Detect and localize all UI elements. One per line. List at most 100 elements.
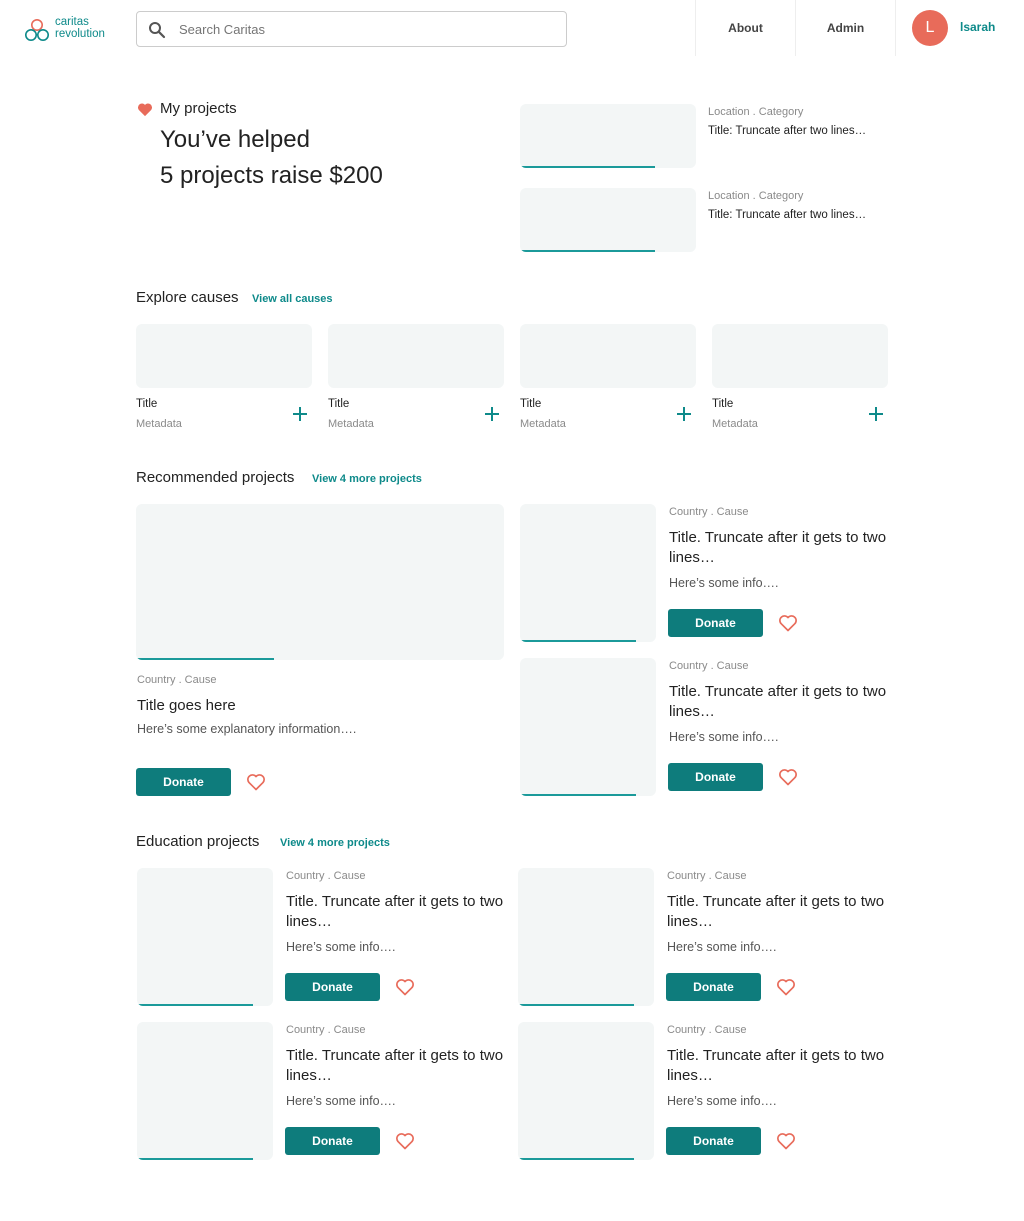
featured-project: Country . Cause Title goes here Here’s s…: [136, 504, 504, 804]
donate-button[interactable]: Donate: [668, 609, 763, 637]
view-all-causes-link[interactable]: View all causes: [252, 293, 333, 305]
project-image[interactable]: [137, 1022, 273, 1160]
cause-card[interactable]: Title Metadata: [712, 324, 888, 436]
project-image[interactable]: [137, 868, 273, 1006]
cause-image: [136, 324, 312, 388]
plus-icon[interactable]: [292, 406, 308, 422]
heart-outline-icon[interactable]: [776, 1131, 796, 1151]
project-image[interactable]: [518, 1022, 654, 1160]
cause-meta: Metadata: [328, 418, 374, 430]
progress-bar: [520, 640, 636, 642]
cause-card[interactable]: Title Metadata: [328, 324, 504, 436]
plus-icon[interactable]: [676, 406, 692, 422]
my-project-item[interactable]: Location . Category Title: Truncate afte…: [520, 188, 890, 252]
avatar: L: [912, 10, 948, 46]
project-info: Here’s some info….: [286, 1094, 396, 1108]
heart-outline-icon[interactable]: [778, 767, 798, 787]
progress-bar: [518, 1004, 634, 1006]
search-icon: [149, 22, 166, 39]
project-meta: Country . Cause: [667, 1024, 747, 1036]
cause-title: Title: [712, 398, 734, 410]
project-card: Country . Cause Title. Truncate after it…: [520, 658, 890, 796]
project-image[interactable]: [520, 658, 656, 796]
user-menu[interactable]: L lsarah: [895, 0, 1024, 56]
search-box[interactable]: [136, 11, 567, 47]
plus-icon[interactable]: [484, 406, 500, 422]
progress-bar: [520, 794, 636, 796]
heart-outline-icon[interactable]: [246, 772, 266, 792]
heart-outline-icon[interactable]: [395, 977, 415, 997]
project-card: Country . Cause Title. Truncate after it…: [518, 1022, 888, 1160]
project-card: Country . Cause Title. Truncate after it…: [137, 1022, 507, 1160]
featured-meta: Country . Cause: [137, 674, 217, 686]
project-image: [520, 104, 696, 168]
progress-bar: [136, 658, 274, 660]
education-heading: Education projects: [136, 833, 260, 850]
view-more-education-link[interactable]: View 4 more projects: [280, 837, 390, 849]
project-info: Here’s some info….: [669, 730, 779, 744]
my-project-item[interactable]: Location . Category Title: Truncate afte…: [520, 104, 890, 168]
progress-bar: [518, 1158, 634, 1160]
heart-outline-icon[interactable]: [395, 1131, 415, 1151]
cause-image: [712, 324, 888, 388]
project-info: Here’s some info….: [286, 940, 396, 954]
donate-button[interactable]: Donate: [668, 763, 763, 791]
cause-meta: Metadata: [136, 418, 182, 430]
search-input[interactable]: [179, 18, 549, 40]
project-info: Here’s some info….: [669, 576, 779, 590]
cause-card[interactable]: Title Metadata: [520, 324, 696, 436]
cause-card[interactable]: Title Metadata: [136, 324, 312, 436]
donate-button[interactable]: Donate: [666, 973, 761, 1001]
project-title[interactable]: Title. Truncate after it gets to two lin…: [286, 892, 506, 932]
recommended-heading: Recommended projects: [136, 469, 295, 486]
project-title[interactable]: Title. Truncate after it gets to two lin…: [669, 682, 889, 722]
logo[interactable]: caritas revolution: [24, 16, 124, 44]
donate-button[interactable]: Donate: [285, 973, 380, 1001]
my-projects-label: My projects: [160, 100, 237, 117]
view-more-recommended-link[interactable]: View 4 more projects: [312, 473, 422, 485]
project-image: [520, 188, 696, 252]
project-card: Country . Cause Title. Truncate after it…: [137, 868, 507, 1006]
heart-outline-icon[interactable]: [776, 977, 796, 997]
project-meta: Location . Category: [708, 106, 804, 118]
progress-bar: [137, 1158, 253, 1160]
project-title[interactable]: Title. Truncate after it gets to two lin…: [286, 1046, 506, 1086]
featured-info: Here’s some explanatory information….: [137, 722, 357, 736]
project-meta: Location . Category: [708, 190, 804, 202]
header: caritas revolution About Admin L lsarah: [0, 0, 1024, 56]
cause-meta: Metadata: [520, 418, 566, 430]
project-meta: Country . Cause: [669, 660, 749, 672]
project-meta: Country . Cause: [286, 1024, 366, 1036]
project-title[interactable]: Title. Truncate after it gets to two lin…: [667, 1046, 887, 1086]
logo-line2: revolution: [55, 28, 105, 40]
heart-filled-icon: [137, 103, 153, 117]
logo-rings-icon: [25, 19, 49, 41]
progress-bar: [137, 1004, 253, 1006]
project-meta: Country . Cause: [669, 506, 749, 518]
plus-icon[interactable]: [868, 406, 884, 422]
project-title: Title: Truncate after two lines…: [708, 125, 867, 137]
cause-title: Title: [136, 398, 158, 410]
donate-button[interactable]: Donate: [285, 1127, 380, 1155]
donate-button[interactable]: Donate: [666, 1127, 761, 1155]
project-title: Title: Truncate after two lines…: [708, 209, 867, 221]
cause-title: Title: [520, 398, 542, 410]
project-card: Country . Cause Title. Truncate after it…: [520, 504, 890, 642]
nav-about[interactable]: About: [695, 0, 795, 56]
project-title[interactable]: Title. Truncate after it gets to two lin…: [667, 892, 887, 932]
project-image[interactable]: [520, 504, 656, 642]
featured-title[interactable]: Title goes here: [137, 697, 236, 714]
username: lsarah: [960, 20, 996, 34]
project-title[interactable]: Title. Truncate after it gets to two lin…: [669, 528, 889, 568]
heart-outline-icon[interactable]: [778, 613, 798, 633]
project-image[interactable]: [518, 868, 654, 1006]
project-info: Here’s some info….: [667, 940, 777, 954]
project-meta: Country . Cause: [667, 870, 747, 882]
cause-image: [328, 324, 504, 388]
featured-image[interactable]: [136, 504, 504, 660]
progress-bar: [520, 250, 655, 252]
donate-button[interactable]: Donate: [136, 768, 231, 796]
logo-line1: caritas: [55, 16, 89, 28]
helped-line2: 5 projects raise $200: [160, 162, 383, 189]
nav-admin[interactable]: Admin: [795, 0, 895, 56]
